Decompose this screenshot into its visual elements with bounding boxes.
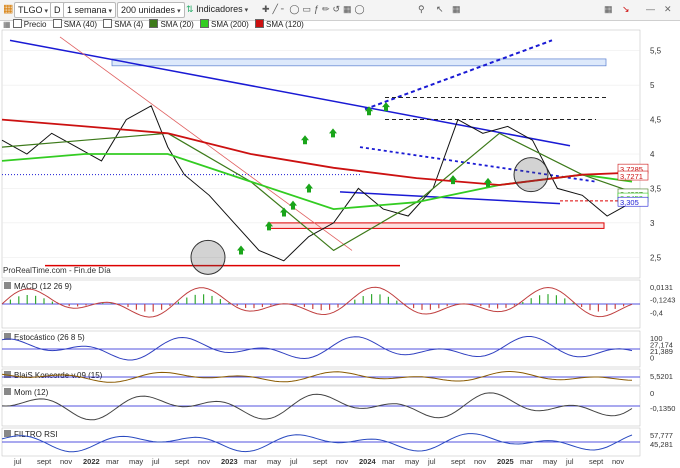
resistance-band [111,58,607,67]
indicator-tick-label: 45,281 [650,440,673,449]
indicator-panel-0: MACD (12 26 9) 0,0131-0,1243-0,4 [1,279,675,329]
indicator-tick-label: 0,0131 [650,283,673,292]
price-tick-label: 5,5 [650,47,662,56]
minimize-icon[interactable]: — [646,2,655,16]
symbol-label: TLGO [18,5,43,15]
x-tick-label: nov [198,457,210,466]
x-tick-label: 2025 [497,457,514,466]
x-tick-label: may [543,457,557,466]
indicators-icon: ⇅ [186,4,194,14]
price-tick-label: 3 [650,219,655,228]
indicator-panel-4: FILTRO RSI 57,77745,281 [1,427,673,457]
x-tick-label: jul [151,457,160,466]
chevron-down-icon: ▾ [108,8,113,15]
legend-sma20[interactable]: SMA (20) [149,19,194,29]
toolbar: ▦ TLGO ▾ D 1 semana ▾ 200 unidades ▾ ⇅ Indi… [0,0,680,21]
legend-sma4[interactable]: SMA (4) [103,19,143,29]
x-tick-label: nov [612,457,624,466]
highlight-circle-cross [513,157,549,193]
x-tick-label: may [129,457,143,466]
x-tick-label: 2022 [83,457,100,466]
indicator-title: FILTRO RSI [14,430,57,439]
x-tick-label: sept [37,457,52,466]
price-tick-label: 3,5 [650,184,662,193]
indicator-tick-label: 0 [650,389,654,398]
price-label: 3,305 [620,198,639,207]
indicator-tick-label: -0,4 [650,308,663,317]
indicators-button[interactable]: ⇅ Indicadores ▾ [186,2,248,16]
source-label: ProRealTime.com - Fin.de Día [3,266,111,275]
zoom-icon[interactable]: ⚲ [418,2,425,16]
app-icon[interactable]: ▦ [3,2,13,16]
price-legend: ▦ Precio SMA (40) SMA (4) SMA (20) SMA (… [3,19,304,31]
x-tick-label: may [405,457,419,466]
trend-icon[interactable]: ↘ [622,2,630,16]
symbol-select[interactable]: TLGO ▾ [14,2,52,18]
x-tick-label: mar [382,457,395,466]
indicator-panel-3: Mom (12) 0 -0,1350 [1,385,675,427]
x-tick-label: jul [427,457,436,466]
price-tick-label: 4 [650,150,655,159]
more-tools-icon[interactable]: ▦ [452,2,461,16]
x-tick-label: sept [313,457,328,466]
cursor-icon[interactable]: ↖ [436,2,444,16]
x-tick-label: nov [474,457,486,466]
chevron-down-icon: ▾ [177,8,181,15]
price-tick-label: 2,5 [650,253,662,262]
indicator-tick-label: -0,1350 [650,404,675,413]
indicator-panel-1: Estocástico (26 8 5) 10027,17421,3890 [1,330,673,368]
period-select[interactable]: 1 semana ▾ [63,2,117,18]
x-tick-label: mar [520,457,533,466]
x-tick-label: jul [13,457,22,466]
x-tick-label: jul [289,457,298,466]
chevron-down-icon: ▾ [44,8,49,15]
indicator-tick-label: 57,777 [650,431,673,440]
indicator-tick-label: 0 [650,354,654,363]
legend-price[interactable]: Precio [12,19,46,29]
x-tick-label: sept [451,457,466,466]
x-tick-label: 2024 [359,457,377,466]
x-tick-label: may [267,457,281,466]
x-tick-label: jul [565,457,574,466]
drawing-tools[interactable]: ✚╱╴◯▭ƒ✏↺▦◯ [262,2,368,16]
indicator-settings-icon [4,282,11,289]
period-label: 1 semana [67,5,107,15]
indicator-tick-label: -0,1243 [650,296,675,305]
indicator-title: Estocástico (26 8 5) [14,333,85,342]
indicators-label: Indicadores [196,4,243,14]
x-tick-label: mar [244,457,257,466]
indicator-tick-label: 5,5201 [650,372,673,381]
indicator-panel-2: BlaiS Koncorde v.09 (15) 5,5201 [1,368,673,386]
units-select[interactable]: 200 unidades ▾ [117,2,185,18]
close-icon[interactable]: ✕ [664,2,672,16]
indicator-settings-icon [4,430,11,437]
x-tick-label: nov [60,457,72,466]
price-tick-label: 5 [650,81,655,90]
alert-icon[interactable]: ▦ [604,2,613,16]
x-tick-label: sept [175,457,190,466]
highlight-circle-low [190,239,226,275]
x-tick-label: nov [336,457,348,466]
legend-sma40[interactable]: SMA (40) [52,19,97,29]
settings-icon[interactable]: ▦ [3,20,11,29]
chevron-down-icon: ▾ [244,7,249,14]
chart-canvas: 5,554,543,532,53,72853,72713,42373,34523… [1,29,675,466]
x-tick-label: mar [106,457,119,466]
x-tick-label: sept [589,457,604,466]
indicator-settings-icon [4,388,11,395]
price-label: 3,7271 [620,172,643,181]
units-label: 200 unidades [121,5,176,15]
x-tick-label: 2023 [221,457,238,466]
legend-sma120[interactable]: SMA (120) [255,19,304,29]
indicator-title: Mom (12) [14,388,49,397]
legend-sma200[interactable]: SMA (200) [200,19,249,29]
price-tick-label: 4,5 [650,116,662,125]
